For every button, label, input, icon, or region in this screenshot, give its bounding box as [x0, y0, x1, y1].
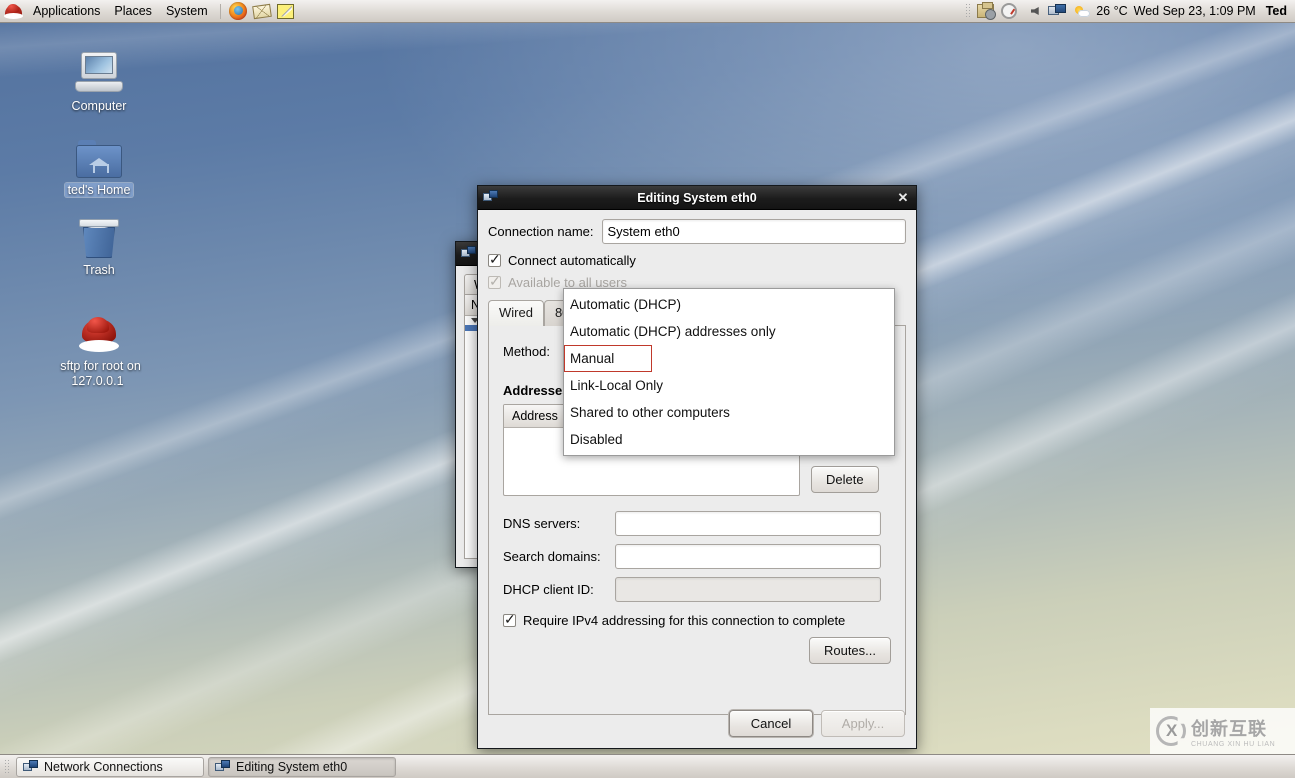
method-option-shared-to-other-computers[interactable]: Shared to other computers: [564, 399, 894, 426]
desktop-icon-sftp[interactable]: sftp for root on 127.0.0.1: [45, 306, 153, 389]
available-all-users-checkbox: [488, 273, 501, 289]
cancel-button[interactable]: Cancel: [729, 710, 813, 737]
user-menu[interactable]: Ted: [1262, 4, 1295, 18]
dhcp-client-id-label: DHCP client ID:: [503, 582, 594, 597]
menu-places[interactable]: Places: [107, 1, 159, 22]
search-domains-input[interactable]: [615, 544, 881, 569]
firefox-launcher-icon[interactable]: [227, 1, 249, 22]
addresses-column-address[interactable]: Address: [504, 405, 567, 427]
desktop-icon-computer-label: Computer: [71, 99, 127, 113]
desktop-icon-trash-label: Trash: [83, 263, 115, 277]
watermark-logo-icon: [1156, 716, 1186, 746]
home-folder-icon: [45, 130, 153, 180]
method-option-disabled[interactable]: Disabled: [564, 426, 894, 453]
method-option-automatic-dhcp[interactable]: Automatic (DHCP): [564, 291, 894, 318]
search-domains-row: Search domains:: [503, 544, 891, 569]
connection-name-label: Connection name:: [488, 224, 594, 239]
dhcp-client-id-input: [615, 577, 881, 602]
network-connections-icon: [461, 245, 477, 262]
watermark-chinese-text: 创新互联: [1191, 718, 1267, 740]
require-ipv4-row[interactable]: Require IPv4 addressing for this connect…: [503, 611, 891, 628]
search-domains-label: Search domains:: [503, 549, 601, 564]
partly-cloudy-icon: [1075, 5, 1091, 18]
top-panel: Applications Places System 26 °C Wed Sep…: [0, 0, 1295, 23]
require-ipv4-checkbox[interactable]: [503, 611, 516, 627]
watermark: 创新互联 CHUANG XIN HU LIAN: [1150, 708, 1295, 754]
desktop-icon-computer[interactable]: Computer: [45, 46, 153, 114]
connection-name-row: Connection name:: [488, 219, 906, 244]
taskbar-network-connections[interactable]: Network Connections: [16, 756, 204, 777]
taskbar-network-connections-label: Network Connections: [44, 759, 163, 774]
dialog-title: Editing System eth0: [637, 190, 757, 205]
connection-name-input[interactable]: [601, 219, 906, 244]
temperature-label: 26 °C: [1096, 4, 1128, 18]
text-editor-launcher-icon[interactable]: [275, 1, 297, 22]
computer-icon: [45, 46, 153, 96]
method-dropdown-popup[interactable]: Automatic (DHCP) Automatic (DHCP) addres…: [563, 288, 895, 456]
dns-servers-label: DNS servers:: [503, 516, 581, 531]
redhat-icon: [45, 306, 153, 356]
connect-automatically-row[interactable]: Connect automatically: [488, 251, 906, 268]
bottom-panel: Network Connections Editing System eth0: [0, 754, 1295, 778]
desktop-icon-home[interactable]: ted's Home: [45, 130, 153, 198]
clock-area[interactable]: 26 °C Wed Sep 23, 1:09 PM: [1069, 1, 1261, 22]
dns-servers-row: DNS servers:: [503, 511, 891, 536]
method-option-manual-label: Manual: [570, 351, 615, 366]
panel-grip[interactable]: [965, 3, 972, 19]
network-connections-icon: [23, 760, 38, 773]
method-label: Method:: [503, 344, 550, 359]
tab-wired[interactable]: Wired: [488, 300, 544, 326]
network-connections-icon: [215, 760, 230, 773]
desktop-icon-home-label: ted's Home: [64, 183, 134, 197]
method-option-manual[interactable]: Manual: [564, 345, 894, 372]
taskbar-grip[interactable]: [4, 758, 10, 775]
dialog-action-bar: Cancel Apply...: [478, 701, 916, 748]
network-manager-icon[interactable]: [1046, 1, 1068, 22]
desktop-icon-trash[interactable]: Trash: [45, 210, 153, 278]
clock-label: Wed Sep 23, 1:09 PM: [1133, 4, 1256, 18]
email-launcher-icon[interactable]: [251, 1, 273, 22]
require-ipv4-label: Require IPv4 addressing for this connect…: [523, 613, 846, 628]
panel-separator: [219, 3, 221, 19]
taskbar-editing-system-eth0-label: Editing System eth0: [236, 759, 348, 774]
trash-icon: [45, 210, 153, 260]
dns-servers-input[interactable]: [615, 511, 881, 536]
delete-button[interactable]: Delete: [811, 466, 879, 493]
connect-automatically-checkbox[interactable]: [488, 251, 501, 267]
method-option-automatic-dhcp-addresses-only[interactable]: Automatic (DHCP) addresses only: [564, 318, 894, 345]
connect-automatically-label: Connect automatically: [508, 253, 636, 268]
dhcp-client-id-row: DHCP client ID:: [503, 577, 891, 602]
redhat-logo-icon[interactable]: [4, 3, 24, 20]
close-icon[interactable]: ✕: [890, 190, 916, 206]
routes-button[interactable]: Routes...: [808, 637, 891, 664]
network-connections-icon: [483, 189, 499, 206]
menu-system[interactable]: System: [159, 1, 215, 22]
dialog-titlebar: Editing System eth0 ✕: [478, 186, 916, 210]
volume-icon[interactable]: [1022, 1, 1044, 22]
system-monitor-icon[interactable]: [998, 1, 1020, 22]
method-option-link-local-only[interactable]: Link-Local Only: [564, 372, 894, 399]
package-updater-icon[interactable]: [974, 1, 996, 22]
watermark-latin-text: CHUANG XIN HU LIAN: [1191, 740, 1276, 748]
apply-button: Apply...: [821, 710, 905, 737]
desktop-icon-sftp-label: sftp for root on 127.0.0.1: [60, 359, 141, 388]
editing-connection-dialog[interactable]: Editing System eth0 ✕ Connection name: C…: [477, 185, 917, 749]
taskbar-editing-system-eth0[interactable]: Editing System eth0: [208, 756, 396, 777]
menu-applications[interactable]: Applications: [26, 1, 107, 22]
